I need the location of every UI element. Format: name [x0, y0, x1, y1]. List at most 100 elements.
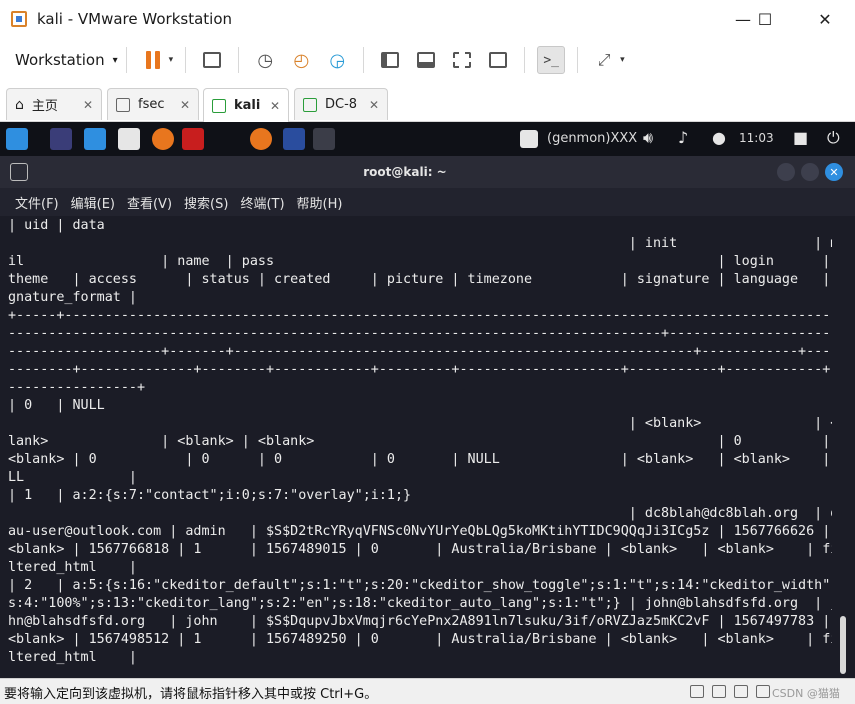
console-view-button[interactable]: >_	[537, 46, 566, 74]
vm-tab-bar: ⌂ 主页 ✕ fsec ✕ kali ✕ DC-8 ✕	[0, 82, 855, 122]
pause-button[interactable]	[139, 46, 167, 74]
logout-icon[interactable]: ⏻	[827, 128, 840, 148]
show-library-button[interactable]	[376, 46, 404, 74]
genmon-label: (genmon)XXX	[547, 131, 638, 146]
file-manager-icon[interactable]	[84, 128, 106, 150]
menu-search[interactable]: 搜索(S)	[184, 193, 228, 212]
chevron-down-icon: ▾	[112, 54, 118, 66]
resize-arrow-icon: ⤢	[597, 50, 611, 69]
tab-kali[interactable]: kali ✕	[203, 88, 289, 122]
tab-home[interactable]: ⌂ 主页 ✕	[6, 88, 102, 120]
menu-help[interactable]: 帮助(H)	[297, 193, 343, 212]
network-icon[interactable]	[734, 685, 748, 698]
menu-terminal[interactable]: 终端(T)	[240, 193, 284, 212]
genmon-icon	[520, 130, 538, 148]
terminal-line: <blank> | 1567498512 | 1 | 1567489250 | …	[8, 632, 832, 647]
snapshot-manager-icon: ◶	[329, 49, 346, 71]
maximize-button[interactable]: ☐	[742, 0, 788, 38]
toolbar-divider	[363, 47, 365, 73]
terminal-line: <blank> | 0 | 0 | 0 | 0 | NULL | <blank>…	[8, 452, 832, 467]
terminal-prompt-icon: >_	[543, 52, 559, 68]
terminal-title: root@kali: ~	[363, 165, 447, 179]
menu-edit[interactable]: 编辑(E)	[71, 193, 115, 212]
tab-label: kali	[234, 98, 261, 113]
terminal-line: ltered_html |	[8, 650, 137, 665]
main-toolbar: Workstation ▾ ▾ ◷ ◴ ◶ >_ ⤢ ▾	[0, 38, 855, 82]
unity-icon	[489, 52, 508, 68]
terminal-scrollbar[interactable]	[832, 216, 855, 678]
terminal-close-button[interactable]: ✕	[825, 163, 843, 181]
window-titlebar: kali - VMware Workstation — ☐ ✕	[0, 0, 855, 38]
terminal-line: LL |	[8, 470, 137, 485]
toolbar-divider	[524, 47, 526, 73]
window-switcher-icon[interactable]	[283, 128, 305, 150]
vm-icon	[116, 97, 130, 112]
cd-drive-icon[interactable]	[712, 685, 726, 698]
terminal-maximize-button[interactable]	[801, 163, 819, 181]
close-tab-icon[interactable]: ✕	[83, 98, 93, 112]
toolbar-divider	[238, 47, 240, 73]
status-bar: 要将输入定向到该虚拟机，请将鼠标指针移入其中或按 Ctrl+G。 CSDN @猫…	[0, 678, 855, 704]
terminal-window-icon[interactable]	[313, 128, 335, 150]
clock[interactable]: 11:03	[739, 131, 774, 145]
full-screen-button[interactable]	[448, 46, 476, 74]
terminal-line: gnature_format |	[8, 290, 137, 305]
terminal-line: ----------------------------------------…	[8, 326, 832, 341]
terminal-minimize-button[interactable]	[777, 163, 795, 181]
close-tab-icon[interactable]: ✕	[369, 98, 379, 112]
stretch-view-button[interactable]: ⤢	[590, 46, 618, 74]
terminal-line: ltered_html |	[8, 560, 137, 575]
revert-clock-icon: ◴	[293, 49, 310, 71]
pause-icon	[145, 51, 160, 69]
workstation-menu-label: Workstation	[15, 51, 105, 69]
terminal-line: ----------------+	[8, 380, 146, 395]
clock-icon: ◷	[257, 49, 274, 71]
terminal-line: | dc8blah@dc8blah.org | dc	[8, 506, 832, 521]
usb-icon[interactable]	[756, 685, 770, 698]
vmware-logo-icon	[11, 11, 27, 27]
scrollbar-thumb[interactable]	[840, 616, 846, 674]
send-ctrl-alt-del-button[interactable]	[198, 46, 226, 74]
text-editor-icon[interactable]	[118, 128, 140, 150]
terminal-line: | 2 | a:5:{s:16:"ckeditor_default";s:1:"…	[8, 578, 832, 593]
kali-top-panel: (genmon)XXX 🔊︎ ♪ ● 11:03 ■ ⏻	[0, 122, 855, 156]
vm-display[interactable]: (genmon)XXX 🔊︎ ♪ ● 11:03 ■ ⏻ root@kali: …	[0, 122, 855, 678]
menu-file[interactable]: 文件(F)	[15, 193, 59, 212]
close-tab-icon[interactable]: ✕	[180, 98, 190, 112]
close-tab-icon[interactable]: ✕	[270, 99, 280, 113]
show-desktop-icon[interactable]	[50, 128, 72, 150]
snapshot-manager-button[interactable]: ◶	[323, 46, 351, 74]
revert-snapshot-button[interactable]: ◴	[287, 46, 315, 74]
thumbnail-bar-button[interactable]	[412, 46, 440, 74]
terminal-line: au-user@outlook.com | admin | $S$D2tRcYR…	[8, 524, 831, 539]
unity-button[interactable]	[484, 46, 512, 74]
tab-label: 主页	[31, 99, 58, 114]
firefox-icon[interactable]	[152, 128, 174, 150]
lock-icon[interactable]: ■	[793, 128, 808, 147]
terminal-menubar: 文件(F) 编辑(E) 查看(V) 搜索(S) 终端(T) 帮助(H)	[0, 188, 855, 216]
firefox-window-icon[interactable]	[250, 128, 272, 150]
tab-fsec[interactable]: fsec ✕	[107, 88, 199, 120]
notification-bell-icon[interactable]: ♪	[678, 128, 688, 147]
workstation-menu[interactable]: Workstation ▾	[15, 51, 118, 69]
toolbar-divider	[125, 47, 127, 73]
terminal-line: | init | ma	[8, 236, 832, 251]
fullscreen-icon	[453, 52, 472, 68]
hard-disk-icon[interactable]	[690, 685, 704, 698]
chevron-down-icon[interactable]: ▾	[620, 55, 625, 65]
menu-view[interactable]: 查看(V)	[127, 193, 172, 212]
kali-menu-icon[interactable]	[6, 128, 28, 150]
tab-dc-8[interactable]: DC-8 ✕	[294, 88, 388, 120]
vm-running-icon	[303, 97, 317, 112]
volume-icon[interactable]: 🔊︎	[643, 128, 653, 148]
terminal-line: | 0 | NULL	[8, 398, 105, 413]
keyboard-icon	[203, 52, 222, 68]
close-window-button[interactable]: ✕	[802, 0, 848, 38]
terminal-line: il | name | pass | login |	[8, 254, 831, 269]
terminal-line: | <blank> | <b	[8, 416, 832, 431]
snapshot-button[interactable]: ◷	[251, 46, 279, 74]
terminal-output[interactable]: | uid | data | init | ma il | name | pass	[0, 216, 832, 678]
power-status-icon[interactable]: ●	[712, 128, 726, 147]
chevron-down-icon[interactable]: ▾	[169, 55, 174, 65]
terminal-launcher-icon[interactable]	[182, 128, 204, 150]
